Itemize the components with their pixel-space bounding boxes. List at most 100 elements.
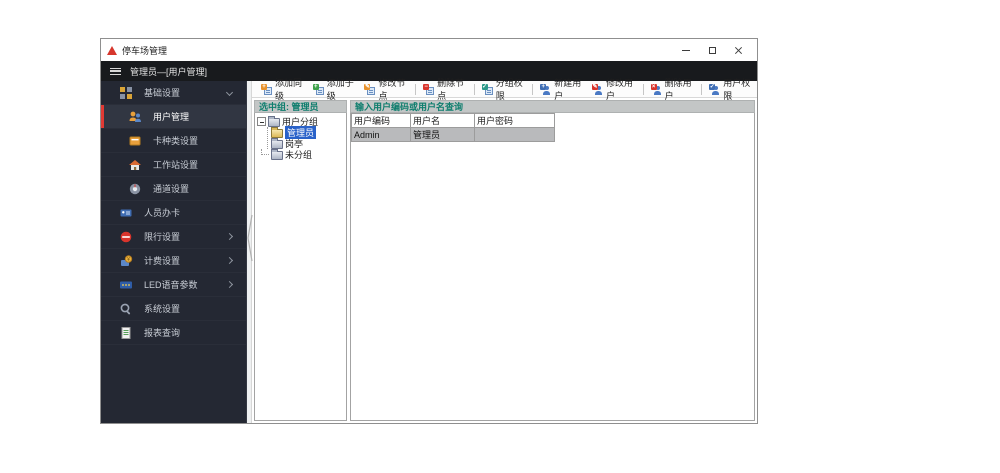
edit-user-icon: ✎ <box>592 84 603 95</box>
table-row[interactable]: Admin 管理员 <box>352 128 555 142</box>
sidebar-item-label: 人员办卡 <box>144 206 180 219</box>
tree-children: 管理员 岗亭 <box>267 127 344 149</box>
user-permission-icon: ✓ <box>709 84 720 95</box>
new-user-button[interactable]: + 新建用户 <box>536 82 588 97</box>
collapse-node-icon[interactable] <box>257 117 266 126</box>
window-title: 停车场管理 <box>122 44 167 57</box>
column-header-user-code[interactable]: 用户编码 <box>352 114 411 128</box>
tree-node-admin-group[interactable]: 管理员 <box>271 127 344 138</box>
sidebar-item-label: 报表查询 <box>144 326 180 339</box>
sidebar-item-report-query[interactable]: 报表查询 <box>101 321 246 345</box>
cell-user-password <box>475 128 555 142</box>
sidebar-item-restriction-settings[interactable]: 限行设置 <box>101 225 246 249</box>
system-icon <box>119 302 133 316</box>
sidebar-item-personnel-card[interactable]: 人员办卡 <box>101 201 246 225</box>
toolbar-separator <box>415 84 416 95</box>
sidebar-item-label: 系统设置 <box>144 302 180 315</box>
cell-user-name: 管理员 <box>411 128 475 142</box>
billing-icon: ¥ <box>119 254 133 268</box>
group-folder-icon <box>271 151 283 160</box>
toolbar: + 添加同级 + 添加子级 ✎ 修改节点 − 删除节点 ✓ <box>252 81 757 98</box>
toolbar-separator <box>532 84 533 95</box>
sidebar-item-user-management[interactable]: 用户管理 <box>101 105 246 129</box>
delete-user-icon: × <box>651 84 662 95</box>
group-folder-icon <box>271 140 283 149</box>
app-logo-icon <box>107 46 117 55</box>
main-content: + 添加同级 + 添加子级 ✎ 修改节点 − 删除节点 ✓ <box>252 81 757 423</box>
user-table-area: 用户编码 用户名 用户密码 Admin 管理员 <box>350 113 755 421</box>
delete-node-button[interactable]: − 删除节点 <box>419 82 471 97</box>
window-controls <box>673 41 751 59</box>
toolbar-separator <box>701 84 702 95</box>
sidebar-item-workstation-settings[interactable]: 工作站设置 <box>101 153 246 177</box>
user-table-panel: 用户编码 用户名 用户密码 Admin 管理员 <box>350 100 755 421</box>
maximize-icon <box>709 47 716 54</box>
group-tree: 用户分组 管理员 岗亭 <box>254 113 347 421</box>
delete-user-button[interactable]: × 删除用户 <box>647 82 699 97</box>
chevron-right-icon <box>226 257 233 264</box>
sidebar-item-label: 限行设置 <box>144 230 180 243</box>
svg-text:¥: ¥ <box>127 257 130 263</box>
workstation-icon <box>128 158 142 172</box>
new-user-icon: + <box>540 84 551 95</box>
user-permission-button[interactable]: ✓ 用户权限 <box>705 82 757 97</box>
sidebar-item-label: LED语音参数 <box>144 278 198 291</box>
restriction-icon <box>119 230 133 244</box>
add-sibling-node-button[interactable]: + 添加同级 <box>257 82 309 97</box>
breadcrumb: 管理员—[用户管理] <box>130 65 207 78</box>
edit-node-icon: ✎ <box>364 84 375 95</box>
table-header-row: 用户编码 用户名 用户密码 <box>352 114 555 128</box>
group-folder-icon <box>271 129 283 138</box>
group-permission-button[interactable]: ✓ 分组权限 <box>478 82 530 97</box>
minimize-button[interactable] <box>673 41 699 59</box>
sidebar-item-label: 基础设置 <box>144 86 180 99</box>
maximize-button[interactable] <box>699 41 725 59</box>
collapse-sidebar-handle[interactable] <box>247 209 253 267</box>
sidebar-item-billing-settings[interactable]: ¥ 计费设置 <box>101 249 246 273</box>
group-folder-icon <box>268 118 280 127</box>
modules-icon <box>119 86 133 100</box>
sidebar-item-led-voice-params[interactable]: LED语音参数 <box>101 273 246 297</box>
app-header: 管理员—[用户管理] <box>101 61 757 81</box>
led-voice-icon <box>119 278 133 292</box>
add-child-icon: + <box>313 84 324 95</box>
toolbar-separator <box>474 84 475 95</box>
app-window: 停车场管理 管理员—[用户管理] 基础设置 用户管理 卡种类设置 <box>100 38 758 424</box>
column-header-user-name[interactable]: 用户名 <box>411 114 475 128</box>
title-bar: 停车场管理 <box>101 39 757 61</box>
tree-connector <box>261 149 269 155</box>
chevron-left-icon <box>247 213 253 263</box>
sidebar-item-system-settings[interactable]: 系统设置 <box>101 297 246 321</box>
add-sibling-icon: + <box>261 84 272 95</box>
sidebar-item-channel-settings[interactable]: 通道设置 <box>101 177 246 201</box>
edit-user-button[interactable]: ✎ 修改用户 <box>588 82 640 97</box>
sidebar-item-card-type-settings[interactable]: 卡种类设置 <box>101 129 246 153</box>
edit-node-button[interactable]: ✎ 修改节点 <box>360 82 412 97</box>
toolbar-separator <box>643 84 644 95</box>
tree-node-label: 未分组 <box>285 148 312 161</box>
close-button[interactable] <box>725 41 751 59</box>
sidebar: 基础设置 用户管理 卡种类设置 工作站设置 通道设置 人员办卡 <box>101 81 246 423</box>
chevron-right-icon <box>226 281 233 288</box>
sidebar-item-label: 通道设置 <box>153 182 189 195</box>
add-child-node-button[interactable]: + 添加子级 <box>309 82 361 97</box>
selected-group-header: 选中组: 管理员 <box>254 100 347 113</box>
menu-icon[interactable] <box>110 68 121 75</box>
cell-user-code: Admin <box>352 128 411 142</box>
user-search-input[interactable] <box>350 100 755 113</box>
chevron-right-icon <box>226 233 233 240</box>
user-table: 用户编码 用户名 用户密码 Admin 管理员 <box>351 113 555 142</box>
sidebar-item-label: 用户管理 <box>153 110 189 123</box>
sidebar-item-basic-settings[interactable]: 基础设置 <box>101 81 246 105</box>
group-tree-panel: 选中组: 管理员 用户分组 管理员 <box>254 100 347 421</box>
chevron-down-icon <box>226 89 233 96</box>
column-header-user-password[interactable]: 用户密码 <box>475 114 555 128</box>
group-permission-icon: ✓ <box>482 84 493 95</box>
delete-node-icon: − <box>423 84 434 95</box>
sidebar-splitter[interactable] <box>246 81 252 423</box>
sidebar-item-label: 卡种类设置 <box>153 134 198 147</box>
close-icon <box>734 46 742 54</box>
tree-node-ungrouped[interactable]: 未分组 <box>257 149 344 160</box>
channel-icon <box>128 182 142 196</box>
users-icon <box>128 110 142 124</box>
